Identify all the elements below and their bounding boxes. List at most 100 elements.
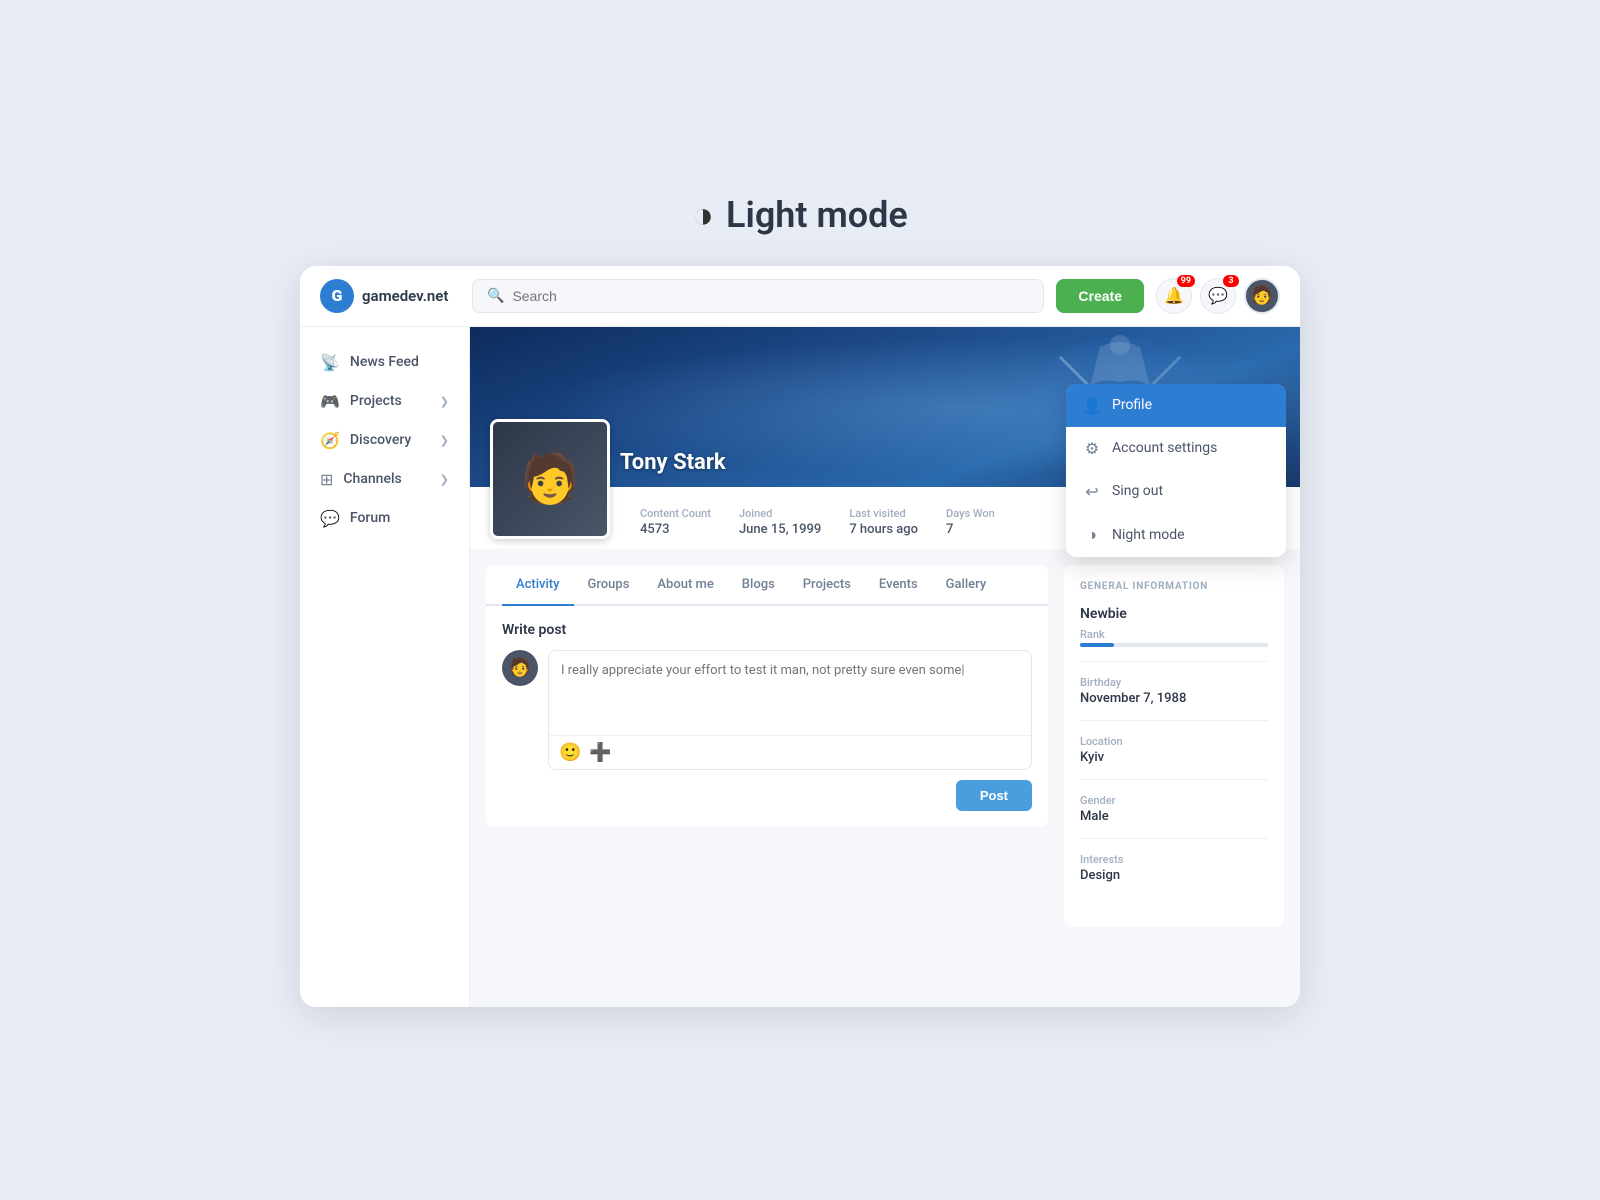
search-icon: 🔍 [487,288,504,304]
notif1-badge: 99 [1177,275,1195,287]
rank-bar-track [1080,643,1268,647]
top-bar: G gamedev.net 🔍 Create 🔔 99 💬 3 🧑 [300,266,1300,327]
location-value: Kyiv [1080,750,1268,765]
search-bar[interactable]: 🔍 [472,279,1044,313]
birthday-label: Birthday [1080,676,1268,689]
info-location: Location Kyiv [1080,735,1268,780]
interests-label: Interests [1080,853,1268,866]
stat-joined-value: June 15, 1999 [739,522,821,537]
settings-icon: ⚙ [1082,439,1102,458]
info-gender: Gender Male [1080,794,1268,839]
tab-groups[interactable]: Groups [574,565,644,606]
dropdown-item-sign-out[interactable]: ↩ Sing out [1066,470,1286,513]
top-actions: 🔔 99 💬 3 🧑 [1156,278,1280,314]
post-input-area: 🧑 🙂 ➕ [502,650,1032,770]
dropdown-item-account-settings[interactable]: ⚙ Account settings [1066,427,1286,470]
sidebar-item-channels[interactable]: ⊞ Channels ❯ [300,460,469,499]
page-title: Light mode [726,194,908,236]
profile-banner-name: Tony Stark [620,450,726,475]
bell-icon: 🔔 [1164,286,1184,305]
messages-button[interactable]: 💬 3 [1200,278,1236,314]
post-actions-bar: 🙂 ➕ [549,735,1031,769]
stat-last-visited-label: Last visited [849,507,918,520]
dropdown-item-profile[interactable]: 👤 Profile [1066,384,1286,427]
message-icon: 💬 [1208,286,1228,305]
rank-label: Newbie [1080,606,1268,622]
info-birthday: Birthday November 7, 1988 [1080,676,1268,721]
channels-icon: ⊞ [320,470,333,489]
stat-joined: Joined June 15, 1999 [739,507,821,537]
write-post-section: Write post 🧑 🙂 ➕ [486,606,1048,827]
avatar-image: 🧑 [493,422,607,536]
post-button[interactable]: Post [956,780,1032,811]
profile-avatar: 🧑 [490,419,610,539]
tab-blogs[interactable]: Blogs [728,565,789,606]
projects-icon: 🎮 [320,392,340,411]
notif2-badge: 3 [1223,275,1239,287]
tab-about-me[interactable]: About me [643,565,727,606]
projects-chevron-icon: ❯ [440,395,449,408]
sidebar-item-projects[interactable]: 🎮 Projects ❯ [300,382,469,421]
nightmode-icon: ◑ [1082,525,1102,545]
stat-last-visited-value: 7 hours ago [849,522,918,537]
sidebar-label-discovery: Discovery [350,432,411,448]
emoji-icon[interactable]: 🙂 [559,742,581,763]
channels-chevron-icon: ❯ [440,473,449,486]
general-info-title: GENERAL INFORMATION [1080,581,1268,592]
tab-events[interactable]: Events [865,565,932,606]
dropdown-profile-label: Profile [1112,397,1152,413]
create-button[interactable]: Create [1056,279,1144,313]
right-panel: GENERAL INFORMATION Newbie Rank Birthday… [1064,565,1284,927]
profile-tabs: Activity Groups About me Blogs Projects … [486,565,1048,606]
gender-label: Gender [1080,794,1268,807]
discovery-chevron-icon: ❯ [440,434,449,447]
sidebar-item-news-feed[interactable]: 📡 News Feed [300,343,469,382]
dropdown-nightmode-label: Night mode [1112,527,1185,543]
profile-icon: 👤 [1082,396,1102,415]
logo-text: gamedev.net [362,287,448,305]
signout-icon: ↩ [1082,482,1102,501]
stat-content-count-value: 4573 [640,522,711,537]
birthday-value: November 7, 1988 [1080,691,1268,706]
stat-content-count-label: Content Count [640,507,711,520]
browser-window: G gamedev.net 🔍 Create 🔔 99 💬 3 🧑 [300,266,1300,1007]
info-rank: Newbie Rank [1080,606,1268,662]
gender-value: Male [1080,809,1268,824]
location-label: Location [1080,735,1268,748]
poster-avatar: 🧑 [502,650,538,686]
tab-projects[interactable]: Projects [789,565,865,606]
news-feed-icon: 📡 [320,353,340,372]
rank-bar-fill [1080,643,1114,647]
user-dropdown-menu: 👤 Profile ⚙ Account settings ↩ Sing out … [1066,384,1286,557]
dropdown-signout-label: Sing out [1112,483,1163,499]
search-input[interactable] [512,288,1029,304]
logo-area: G gamedev.net [320,279,460,313]
main-column: Activity Groups About me Blogs Projects … [486,565,1048,927]
discovery-icon: 🧭 [320,431,340,450]
interests-value: Design [1080,868,1268,883]
post-textarea-wrap: 🙂 ➕ [548,650,1032,770]
tab-gallery[interactable]: Gallery [932,565,1001,606]
info-interests: Interests Design [1080,853,1268,897]
bottom-content: Activity Groups About me Blogs Projects … [470,549,1300,943]
sidebar-label-channels: Channels [343,471,401,487]
sidebar-label-news-feed: News Feed [350,354,419,370]
user-avatar-button[interactable]: 🧑 [1244,278,1280,314]
notifications-button[interactable]: 🔔 99 [1156,278,1192,314]
sidebar: 📡 News Feed 🎮 Projects ❯ 🧭 Discovery ❯ ⊞… [300,327,470,1007]
stat-days-won-value: 7 [946,522,995,537]
page-title-area: ◑ Light mode [692,194,907,236]
stat-days-won: Days Won 7 [946,507,995,537]
dropdown-settings-label: Account settings [1112,440,1217,456]
avatar-icon: 🧑 [1251,285,1273,306]
attach-icon[interactable]: ➕ [589,742,611,763]
dropdown-item-night-mode[interactable]: ◑ Night mode [1066,513,1286,557]
write-post-title: Write post [502,622,1032,638]
mode-icon: ◑ [692,194,714,236]
profile-stats: Content Count 4573 Joined June 15, 1999 … [640,507,995,537]
sidebar-item-forum[interactable]: 💬 Forum [300,499,469,538]
sidebar-item-discovery[interactable]: 🧭 Discovery ❯ [300,421,469,460]
post-text-input[interactable] [549,651,1031,731]
tab-activity[interactable]: Activity [502,565,574,606]
stat-last-visited: Last visited 7 hours ago [849,507,918,537]
